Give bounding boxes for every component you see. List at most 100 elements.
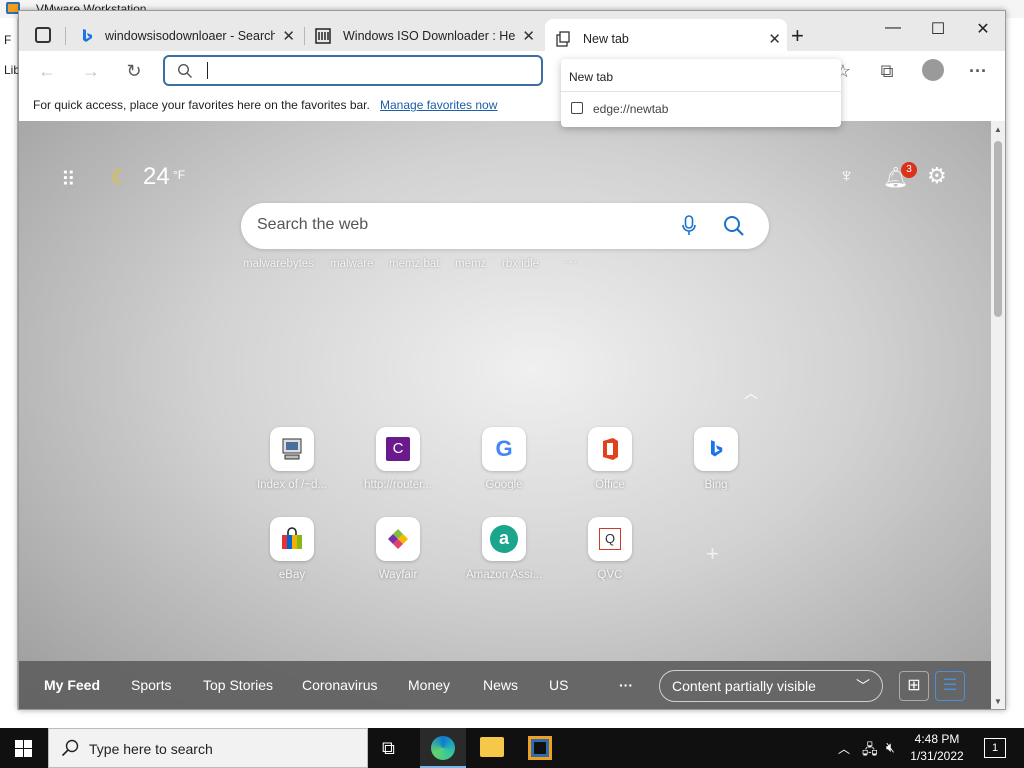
edge-icon	[431, 736, 455, 760]
manage-favorites-link[interactable]: Manage favorites now	[380, 98, 497, 112]
show-hidden-icons-chevron-icon[interactable]: ︿	[838, 740, 850, 757]
trending-chip[interactable]: rbx.idle	[502, 258, 539, 270]
search-icon	[177, 63, 192, 78]
quick-link-tile[interactable]: C http://router...	[353, 427, 443, 491]
task-view-icon[interactable]: ⧉	[382, 738, 395, 759]
back-arrow-icon[interactable]: ←	[35, 59, 59, 83]
suggestion-header: New tab	[569, 70, 614, 84]
rewards-icon[interactable]: ♆	[839, 165, 854, 188]
tab-title: New tab	[583, 32, 629, 46]
shopping-bag-icon	[270, 517, 314, 561]
tab-actions-icon[interactable]	[35, 27, 51, 43]
content-visibility-value: Content partially visible	[672, 678, 816, 694]
microphone-icon[interactable]	[681, 215, 697, 237]
grid-layout-icon[interactable]: ⊞	[899, 671, 929, 701]
feed-tab-sports[interactable]: Sports	[131, 677, 171, 693]
google-icon: G	[482, 427, 526, 471]
dropdown-divider	[561, 91, 841, 92]
feed-tab-top-stories[interactable]: Top Stories	[203, 677, 273, 693]
feed-tab-money[interactable]: Money	[408, 677, 450, 693]
collapse-chevron-icon[interactable]: ︿	[744, 383, 758, 403]
scroll-thumb[interactable]	[994, 141, 1002, 317]
file-explorer-icon[interactable]	[480, 737, 504, 757]
weather-temp[interactable]: 24	[143, 163, 170, 191]
action-center-icon[interactable]: 1	[984, 738, 1006, 758]
tab-title: Windows ISO Downloader : HeiD	[343, 29, 515, 43]
trending-chip[interactable]: memz.bat	[389, 258, 440, 270]
web-search-box[interactable]: Search the web	[241, 203, 769, 249]
feed-more-icon[interactable]: ···	[619, 677, 633, 693]
feed-tab-news[interactable]: News	[483, 677, 518, 693]
tab-search[interactable]: windowsisodownloaer - Search ✕	[75, 21, 301, 51]
toolbar: ← → ↻ ☆ ⧉ ···	[19, 51, 1005, 91]
quick-link-label: Google	[485, 479, 523, 491]
windows-taskbar: Type here to search ⧉ ︿ 🖧︎ 🔇︎ 4:48 PM 1/…	[0, 728, 1024, 768]
list-layout-icon[interactable]: ☰	[935, 671, 965, 701]
maximize-icon[interactable]: ☐	[926, 19, 950, 39]
search-icon	[61, 739, 79, 757]
quick-link-tile[interactable]: eBay	[247, 517, 337, 581]
quick-link-tile[interactable]: Bing	[671, 427, 761, 491]
content-visibility-select[interactable]: Content partially visible ﹀	[659, 670, 883, 702]
quick-link-label: Wayfair	[378, 569, 418, 581]
vmware-left-panel: F Lib	[0, 18, 20, 710]
quick-link-tile[interactable]: Wayfair	[353, 517, 443, 581]
apps-launcher-icon[interactable]: ⠿	[61, 167, 76, 192]
amazon-icon: a	[482, 517, 526, 561]
feed-navigation-bar: My Feed Sports Top Stories Coronavirus M…	[19, 661, 991, 709]
quick-link-label: http://router...	[364, 479, 432, 491]
suggestion-item[interactable]: edge://newtab	[561, 93, 841, 125]
window-close-icon[interactable]: ✕	[971, 19, 995, 39]
quick-link-tile[interactable]: Office	[565, 427, 655, 491]
taskbar-edge-button[interactable]	[420, 728, 466, 768]
quick-link-tile[interactable]: Index of /~d...	[247, 427, 337, 491]
tab-divider	[304, 27, 305, 45]
vmware-taskbar-icon[interactable]	[528, 736, 552, 760]
more-menu-icon[interactable]: ···	[966, 59, 990, 83]
new-tab-page: ⠿ ☾ 24 °F ♆ 🔔︎ 3 ⚙ Search the web malwar…	[19, 121, 991, 709]
taskbar-search-placeholder: Type here to search	[89, 741, 213, 757]
collections-icon[interactable]: ⧉	[875, 59, 899, 83]
qvc-icon: Q	[588, 517, 632, 561]
vmware-menu-label[interactable]: F	[4, 33, 11, 47]
search-submit-icon[interactable]	[723, 215, 745, 237]
settings-gear-icon[interactable]: ⚙	[927, 163, 947, 189]
page-scrollbar[interactable]: ▲ ▼	[991, 121, 1005, 709]
quick-link-label: QVC	[597, 569, 623, 581]
clock-time[interactable]: 4:48 PM	[908, 732, 966, 746]
windows-start-icon[interactable]	[15, 740, 32, 757]
trending-chip[interactable]: malwarebytes	[243, 258, 314, 270]
quick-link-label: Office	[595, 479, 625, 491]
building-icon	[315, 28, 331, 44]
quick-link-tile[interactable]: a Amazon Assi...	[459, 517, 549, 581]
feed-tab-coronavirus[interactable]: Coronavirus	[302, 677, 377, 693]
feed-tab-us[interactable]: US	[549, 677, 568, 693]
volume-muted-icon[interactable]: 🔇︎	[886, 739, 895, 756]
forward-arrow-icon[interactable]: →	[79, 59, 103, 83]
taskbar-search-box[interactable]: Type here to search	[48, 728, 368, 768]
close-tab-icon[interactable]: ✕	[768, 30, 781, 48]
scroll-up-icon[interactable]: ▲	[994, 125, 1002, 134]
trending-more-icon[interactable]: ···	[564, 253, 578, 269]
weather-unit: °F	[173, 168, 186, 182]
add-site-plus-icon[interactable]: +	[706, 541, 719, 567]
trending-chip[interactable]: memz	[455, 258, 486, 270]
computer-icon	[270, 427, 314, 471]
quick-link-tile[interactable]: G Google	[459, 427, 549, 491]
scroll-down-icon[interactable]: ▼	[994, 697, 1002, 706]
c-letter-icon: C	[376, 427, 420, 471]
address-bar[interactable]	[163, 55, 543, 86]
network-icon[interactable]: 🖧︎	[862, 739, 878, 763]
quick-link-label: Bing	[704, 479, 728, 491]
feed-tab-my-feed[interactable]: My Feed	[44, 677, 100, 693]
quick-link-tile[interactable]: Q QVC	[565, 517, 655, 581]
close-tab-icon[interactable]: ✕	[282, 27, 295, 45]
tab-iso-downloader[interactable]: Windows ISO Downloader : HeiD ✕	[311, 21, 541, 51]
trending-chip[interactable]: malware	[330, 258, 373, 270]
refresh-icon[interactable]: ↻	[122, 59, 146, 83]
minimize-icon[interactable]: —	[881, 19, 905, 37]
close-tab-icon[interactable]: ✕	[522, 27, 535, 45]
profile-avatar-icon[interactable]	[922, 59, 944, 81]
clock-date[interactable]: 1/31/2022	[908, 749, 966, 763]
new-tab-plus-icon[interactable]: +	[791, 23, 804, 49]
